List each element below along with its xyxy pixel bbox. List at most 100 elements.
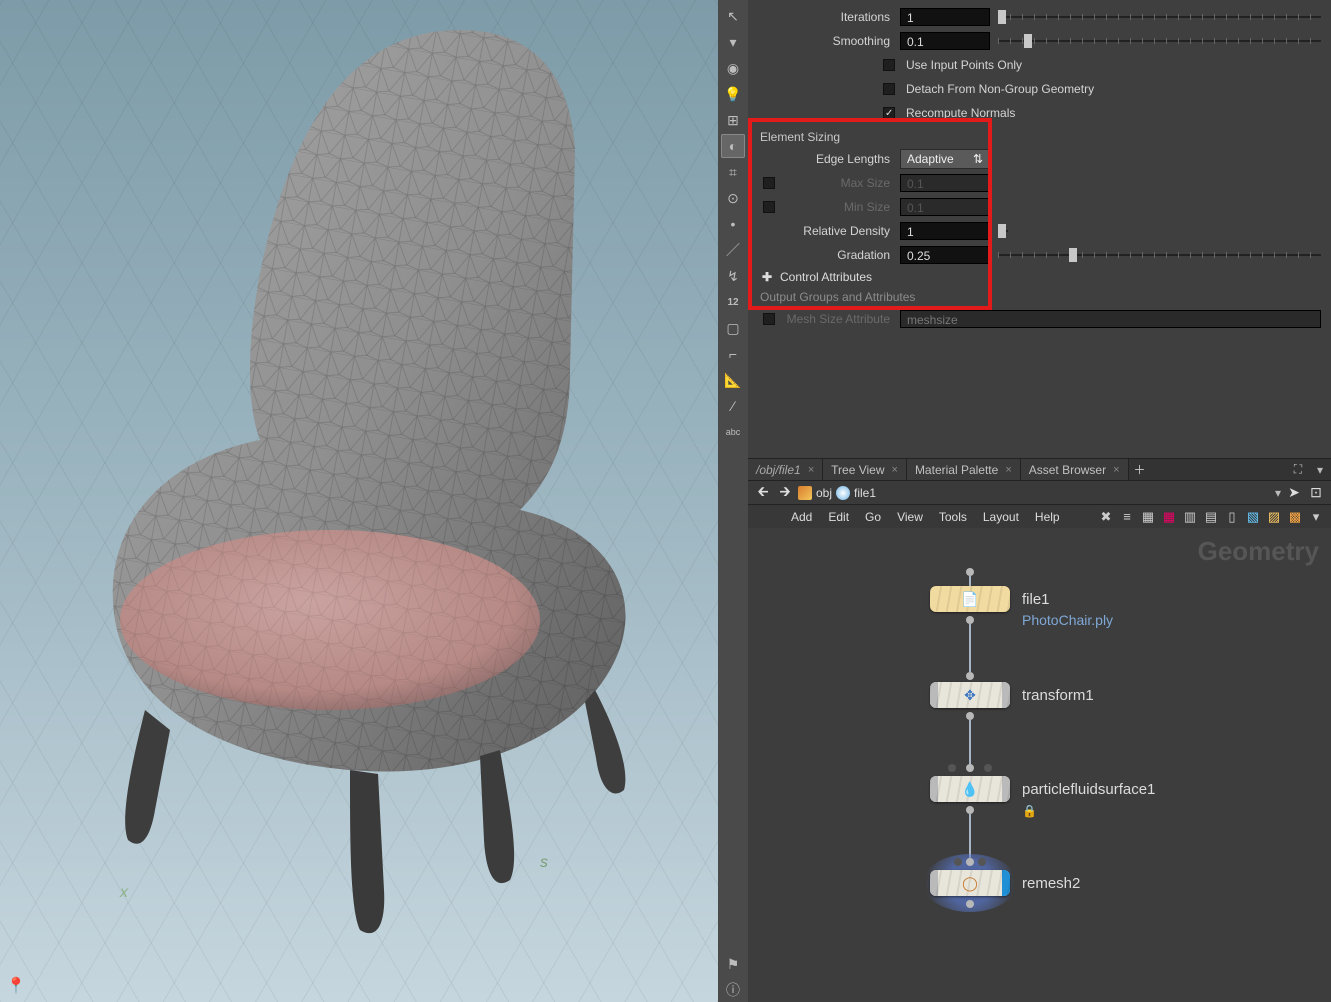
note-icon[interactable]: ▨: [1265, 508, 1283, 526]
tab-material-palette[interactable]: Material Palette ×: [907, 459, 1021, 480]
tool-abc-icon[interactable]: abc: [721, 420, 745, 444]
node-connector[interactable]: [966, 900, 974, 908]
node-file1[interactable]: 📄 file1 PhotoChair.ply: [930, 586, 1050, 612]
smoothing-input[interactable]: 0.1: [900, 32, 990, 50]
viewport-3d[interactable]: x s 📍: [0, 0, 718, 1002]
recompute-checkbox[interactable]: [883, 107, 895, 119]
tab-obj-file1[interactable]: /obj/file1 ×: [748, 459, 823, 480]
iterations-slider[interactable]: [998, 8, 1321, 26]
close-icon[interactable]: ×: [808, 464, 814, 476]
min-size-checkbox[interactable]: [763, 201, 775, 213]
mesh-size-checkbox[interactable]: [763, 313, 775, 325]
node-connector[interactable]: [966, 806, 974, 814]
menu-view[interactable]: View: [890, 510, 930, 524]
network-view[interactable]: Geometry 📄 file1 PhotoChair.ply ✥ transf…: [748, 528, 1331, 1002]
tool-down-icon[interactable]: ▾: [721, 30, 745, 54]
tool-marker-icon[interactable]: ⚑: [721, 952, 745, 976]
tool-ruler-icon[interactable]: 📐: [721, 368, 745, 392]
wrench-icon[interactable]: ✖: [1097, 508, 1115, 526]
rel-density-slider[interactable]: [998, 222, 1008, 240]
grid4-icon[interactable]: ▤: [1202, 508, 1220, 526]
tool-edge-icon[interactable]: ／: [721, 238, 745, 262]
gradation-input[interactable]: 0.25: [900, 246, 990, 264]
tool-cursor-icon[interactable]: ↖: [721, 4, 745, 28]
grid3-icon[interactable]: ▥: [1181, 508, 1199, 526]
tool-point-icon[interactable]: •: [721, 212, 745, 236]
node-connector[interactable]: [966, 858, 974, 866]
path-seg-file1[interactable]: file1: [836, 486, 876, 500]
grid2-icon[interactable]: ▦: [1160, 508, 1178, 526]
dropdown2-icon[interactable]: ▾: [1307, 508, 1325, 526]
close-icon[interactable]: ×: [892, 464, 898, 476]
node-connector[interactable]: [966, 672, 974, 680]
recompute-label: Recompute Normals: [900, 106, 1025, 120]
max-size-input[interactable]: 0.1: [900, 174, 990, 192]
path-seg-obj[interactable]: obj: [798, 486, 832, 500]
detach-checkbox[interactable]: [883, 83, 895, 95]
control-attributes-expander[interactable]: ✚ Control Attributes: [760, 270, 1321, 284]
tab-asset-browser[interactable]: Asset Browser ×: [1021, 459, 1129, 480]
close-icon[interactable]: ×: [1005, 464, 1011, 476]
list-icon[interactable]: ≡: [1118, 508, 1136, 526]
tool-line-icon[interactable]: ∕: [721, 394, 745, 418]
tool-12-icon[interactable]: 12: [721, 290, 745, 314]
tool-ghost-icon[interactable]: ⊙: [721, 186, 745, 210]
tool-bulb-icon[interactable]: 💡: [721, 82, 745, 106]
gradation-slider[interactable]: [998, 246, 1321, 264]
max-size-checkbox[interactable]: [763, 177, 775, 189]
menu-add[interactable]: Add: [784, 510, 819, 524]
min-size-input[interactable]: 0.1: [900, 198, 990, 216]
use-input-points-checkbox[interactable]: [883, 59, 895, 71]
network-tab-bar: /obj/file1 × Tree View × Material Palett…: [748, 458, 1331, 480]
path-dropdown-icon[interactable]: ▾: [1275, 486, 1281, 500]
pane-menu-icon[interactable]: ▾: [1309, 459, 1331, 480]
gradation-label: Gradation: [780, 248, 900, 262]
tool-snap-icon[interactable]: ↯: [721, 264, 745, 288]
add-tab-button[interactable]: ＋: [1129, 459, 1151, 480]
node-connector[interactable]: [948, 764, 956, 772]
tool-box-icon[interactable]: ▢: [721, 316, 745, 340]
close-icon[interactable]: ×: [1113, 464, 1119, 476]
menu-help[interactable]: Help: [1028, 510, 1067, 524]
node-file1-sublabel: PhotoChair.ply: [1022, 612, 1113, 628]
rel-density-input[interactable]: 1: [900, 222, 990, 240]
box2-icon[interactable]: ▩: [1286, 508, 1304, 526]
nav-back-icon[interactable]: 🡰: [754, 481, 772, 505]
doc-icon[interactable]: ▯: [1223, 508, 1241, 526]
tool-display-icon[interactable]: ⊞: [721, 108, 745, 132]
mesh-size-input[interactable]: meshsize: [900, 310, 1321, 328]
iterations-input[interactable]: 1: [900, 8, 990, 26]
grid1-icon[interactable]: ▦: [1139, 508, 1157, 526]
node-particlefluidsurface1[interactable]: 💧 particlefluidsurface1 🔒: [930, 776, 1155, 802]
path-expand-icon[interactable]: ⊡: [1307, 484, 1325, 501]
path-pin-icon[interactable]: ➤: [1285, 484, 1303, 501]
tool-wire-icon[interactable]: ⌗: [721, 160, 745, 184]
menu-tools[interactable]: Tools: [932, 510, 974, 524]
node-connector[interactable]: [966, 764, 974, 772]
smoothing-label: Smoothing: [780, 34, 900, 48]
node-connector[interactable]: [978, 858, 986, 866]
node-connector[interactable]: [966, 568, 974, 576]
tool-shaded-icon[interactable]: ◐: [721, 134, 745, 158]
tool-globe-icon[interactable]: ◉: [721, 56, 745, 80]
tool-info-icon[interactable]: ⓘ: [721, 978, 745, 1002]
tab-tree-view[interactable]: Tree View ×: [823, 459, 907, 480]
node-connector[interactable]: [966, 616, 974, 624]
node-connector[interactable]: [966, 712, 974, 720]
smoothing-slider[interactable]: [998, 32, 1321, 50]
node-transform1[interactable]: ✥ transform1: [930, 682, 1094, 708]
node-connector[interactable]: [954, 858, 962, 866]
image-icon[interactable]: ▧: [1244, 508, 1262, 526]
node-remesh2[interactable]: ◯ remesh2: [930, 870, 1080, 896]
maximize-icon[interactable]: ⛶: [1287, 459, 1309, 480]
node-connector[interactable]: [984, 764, 992, 772]
menu-edit[interactable]: Edit: [821, 510, 856, 524]
node-file1-label: file1: [1022, 591, 1050, 608]
nav-forward-icon[interactable]: 🡲: [776, 481, 794, 505]
node-pfs-label: particlefluidsurface1: [1022, 781, 1155, 798]
menu-go[interactable]: Go: [858, 510, 888, 524]
edge-lengths-dropdown[interactable]: Adaptive ⇅: [900, 149, 990, 169]
tool-angle-icon[interactable]: ⌐: [721, 342, 745, 366]
menu-layout[interactable]: Layout: [976, 510, 1026, 524]
pin-icon[interactable]: 📍: [6, 976, 26, 996]
